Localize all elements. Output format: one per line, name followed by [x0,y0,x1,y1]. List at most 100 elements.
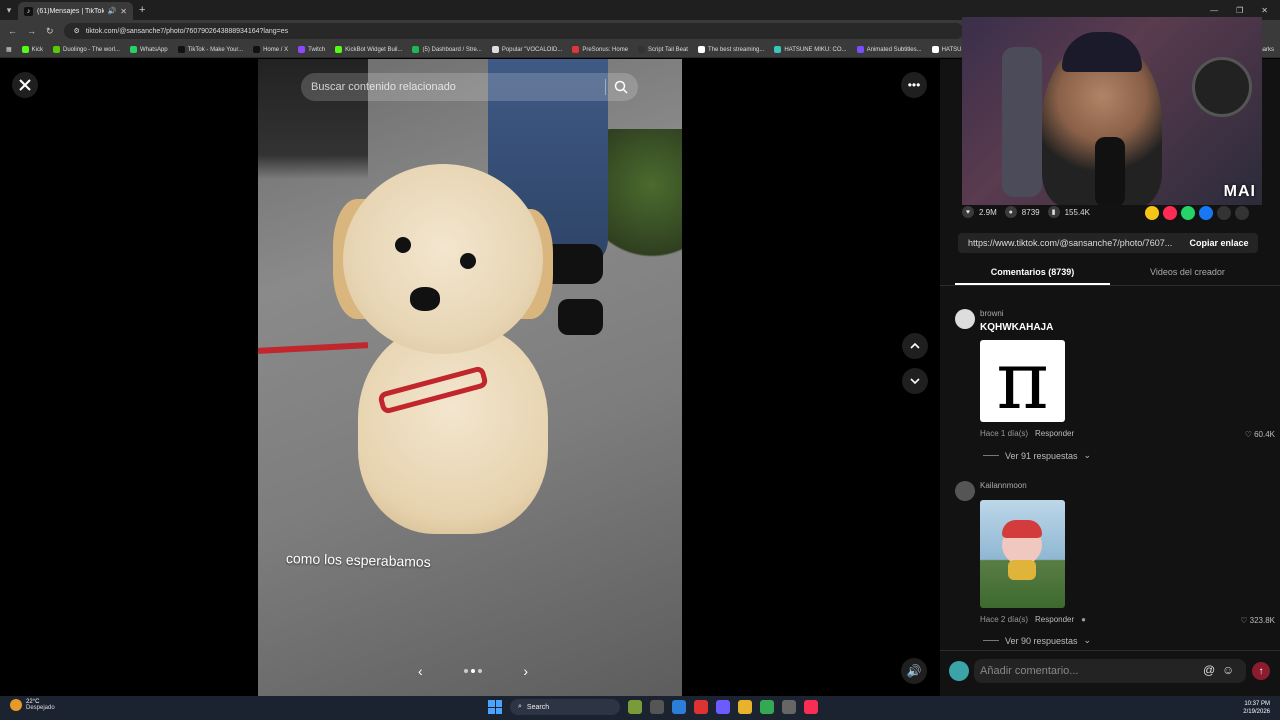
bookmark-item[interactable]: Kick [21,46,43,53]
bookmark-label: TikTok - Make Your... [187,46,244,53]
bookmark-item[interactable]: Duolingo - The worl... [53,46,120,53]
chrome-icon[interactable] [760,700,774,714]
bookmark-item[interactable]: Script Tail Beat [638,46,688,53]
tab-close-icon[interactable]: ✕ [120,7,127,16]
weather-condition: Despejado [26,705,55,711]
saves-stat[interactable]: ▮ 155.4K [1047,206,1090,218]
slide-dot[interactable] [471,669,475,673]
music-icon[interactable] [804,700,818,714]
likes-stat[interactable]: ♥ 2.9M [962,206,997,218]
more-options-button[interactable]: ••• [901,72,927,98]
bookmark-item[interactable]: Popular "VOCALOID... [491,46,562,53]
cap-shape [1062,32,1142,72]
taskbar-apps: ⌕ Search [488,699,818,715]
bookmark-item[interactable]: WhatsApp [129,46,168,53]
taskbar-search[interactable]: ⌕ Search [510,699,620,715]
previous-post-button[interactable] [902,333,928,359]
tab-creator-videos[interactable]: Videos del creador [1110,263,1265,285]
comment-username[interactable]: Kailannmoon [980,481,1027,490]
saves-count: 155.4K [1064,207,1090,217]
window-close-icon[interactable]: ✕ [1261,6,1268,15]
browser-tab[interactable]: ♪ (61)Mensajes | TikTok 🔊 ✕ [18,2,133,20]
comment-sticker: π [980,340,1065,422]
bookmark-item[interactable]: The best streaming... [697,46,764,53]
weather-widget[interactable]: 22°C Despejado [10,699,55,711]
photo-viewer: como los esperabamos Buscar contenido re… [0,59,940,696]
bookmark-item[interactable]: KickBot Widget Buil... [335,46,402,53]
slide-dot[interactable] [478,669,482,673]
search-icon[interactable] [613,79,629,95]
forward-icon[interactable]: → [27,26,36,36]
cartoon-body [1008,560,1036,580]
drum-shape [1192,57,1252,117]
heart-outline-icon: ♡ [1244,430,1252,439]
slide-dot[interactable] [464,669,468,673]
tab-search-icon[interactable]: ▾ [0,0,18,20]
avatar[interactable] [955,309,975,329]
back-icon[interactable]: ← [8,26,17,36]
task-view-icon[interactable] [650,700,664,714]
discord-icon[interactable] [716,700,730,714]
next-post-button[interactable] [902,368,928,394]
bookmark-label: PreSonus: Home [582,46,629,53]
apps-icon[interactable]: ▦ [6,46,12,53]
send-button[interactable]: ↑ [1252,662,1270,680]
share-x-icon[interactable] [1217,206,1231,220]
comment-likes[interactable]: ♡ 60.4K [1245,430,1275,439]
volume-button[interactable]: 🔊 [901,658,927,684]
share-facebook-icon[interactable] [1199,206,1213,220]
bookmark-item[interactable]: TikTok - Make Your... [177,46,244,53]
bookmark-item[interactable]: PreSonus: Home [572,46,628,53]
app-icon[interactable] [694,700,708,714]
minimize-icon[interactable]: — [1210,6,1218,15]
url-field[interactable]: ⚙ tiktok.com/@sansanche7/photo/760790264… [63,23,964,39]
bookmark-favicon-icon [335,46,343,53]
view-replies-button[interactable]: Ver 90 respuestas ⌄ [983,635,1091,646]
share-forward-icon[interactable] [1235,206,1249,220]
system-clock[interactable]: 10:37 PM 2/19/2026 [1243,700,1270,716]
widgets-icon[interactable] [628,700,642,714]
maximize-icon[interactable]: ❐ [1236,6,1243,15]
bookmark-favicon-icon [491,46,499,53]
share-tiktok-icon[interactable] [1163,206,1177,220]
speaker-icon: 🔊 [906,664,922,678]
ellipsis-icon: ••• [907,78,921,92]
comment-username[interactable]: browni [980,309,1004,318]
copy-link-button[interactable]: Copiar enlace [1180,238,1258,248]
mention-icon[interactable]: @ [1203,663,1215,677]
creator-liked-avatar-icon: ● [1081,615,1087,624]
mail-icon[interactable] [672,700,686,714]
new-tab-button[interactable]: + [139,4,145,16]
bookmark-item[interactable]: HATSUNE MIKU: CO... [774,46,847,53]
share-coin-icon[interactable] [1145,206,1159,220]
file-explorer-icon[interactable] [738,700,752,714]
share-whatsapp-icon[interactable] [1181,206,1195,220]
close-viewer-button[interactable] [12,72,38,98]
bookmark-item[interactable]: Home / X [253,46,288,53]
related-search-placeholder: Buscar contenido relacionado [311,81,456,93]
taskbar: 22°C Despejado ⌕ Search 10:37 PM 2/19/20… [0,696,1280,720]
comments-stat[interactable]: ● 8739 [1004,206,1040,218]
previous-slide-icon[interactable]: ‹ [418,663,423,679]
related-search-input[interactable]: Buscar contenido relacionado [301,73,638,101]
bookmark-item[interactable]: (5) Dashboard / Stre... [412,46,482,53]
settings-icon[interactable] [782,700,796,714]
next-slide-icon[interactable]: › [523,663,528,679]
comment-placeholder: Añadir comentario... [980,665,1079,677]
reply-button[interactable]: Responder [1035,429,1074,438]
bookmark-item[interactable]: Twitch [298,46,325,53]
comment-time: Hace 1 día(s) [980,429,1029,438]
site-info-icon[interactable]: ⚙ [74,27,80,35]
tab-comments[interactable]: Comentarios (8739) [955,263,1110,285]
view-replies-button[interactable]: Ver 91 respuestas ⌄ [983,450,1091,461]
avatar[interactable] [955,481,975,501]
dog-eye [395,237,411,253]
speaker-icon[interactable]: 🔊 [108,7,117,15]
comment-likes[interactable]: ♡ 323.8K [1240,616,1275,625]
bookmark-item[interactable]: Animated Subtitles... [856,46,922,53]
emoji-icon[interactable]: ☺ [1222,663,1234,677]
windows-start-icon[interactable] [488,700,502,714]
post-link[interactable]: https://www.tiktok.com/@sansanche7/photo… [968,238,1180,248]
reload-icon[interactable]: ↻ [46,26,54,37]
reply-button[interactable]: Responder [1035,615,1074,624]
